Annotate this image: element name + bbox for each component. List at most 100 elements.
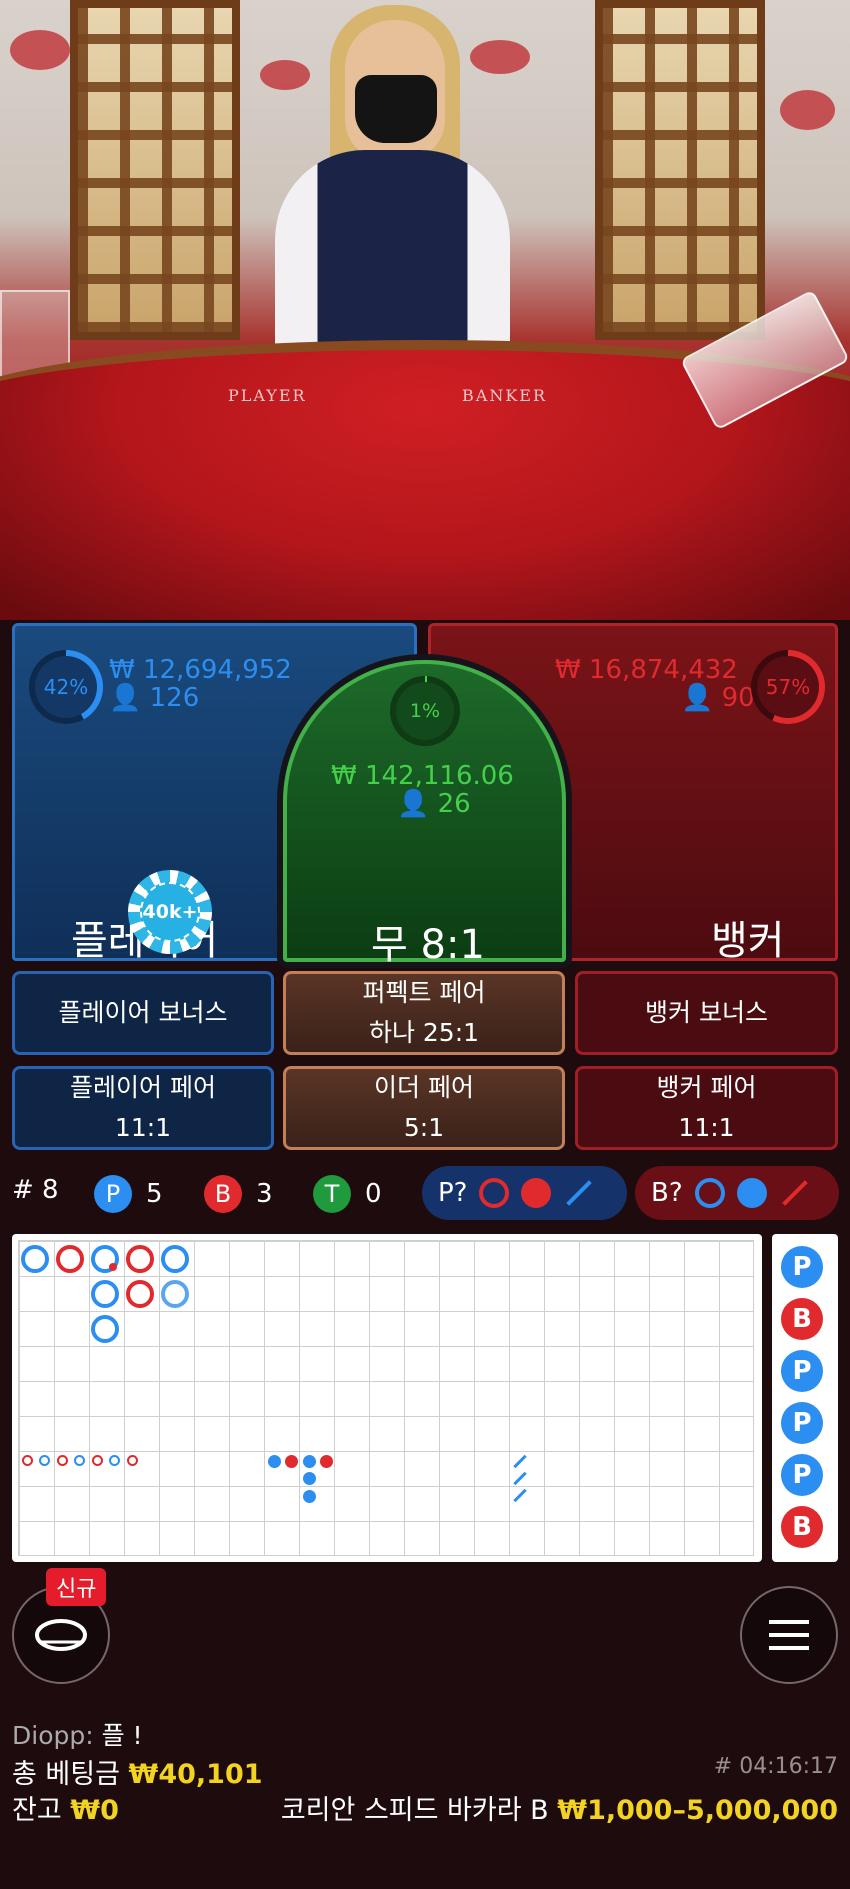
live-video-feed: PLAYER BANKER: [0, 0, 850, 620]
dealer-mask: [355, 75, 437, 143]
menu-button[interactable]: [740, 1586, 838, 1684]
tie-percent: 1%: [396, 682, 454, 740]
player-pair-label: 플레이어 페어: [70, 1073, 216, 1102]
lattice-screen-right: [595, 0, 765, 340]
player-percent: 42%: [35, 656, 97, 718]
tie-win-icon: T: [313, 1175, 351, 1213]
perfect-pair-button[interactable]: 퍼펙트 페어 하나 25:1: [283, 971, 565, 1055]
banker-user-count: 👤 90: [681, 684, 755, 712]
banker-bonus-button[interactable]: 뱅커 보너스: [575, 971, 838, 1055]
table-name: 코리안 스피드 바카라 B: [280, 1795, 549, 1826]
bead-road-player: P: [781, 1454, 823, 1496]
player-pair-button[interactable]: 플레이어 페어 11:1: [12, 1066, 274, 1150]
player-predict-label: P?: [438, 1178, 468, 1208]
total-bet-label: 총 베팅금: [12, 1759, 120, 1790]
banker-win-count: B 3: [204, 1175, 273, 1213]
lattice-screen-left: [70, 0, 240, 340]
blue-dot-icon: [736, 1178, 767, 1208]
banker-pair-button[interactable]: 뱅커 페어 11:1: [575, 1066, 838, 1150]
blue-ring-icon: [694, 1178, 725, 1208]
player-win-value: 5: [146, 1179, 163, 1209]
tie-percent-ring: 1%: [390, 676, 460, 746]
small-road-mark: [285, 1455, 298, 1468]
eye-road-mark: [109, 1455, 120, 1466]
either-pair-button[interactable]: 이더 페어 5:1: [283, 1066, 565, 1150]
either-pair-label: 이더 페어: [374, 1073, 474, 1102]
banker-pair-odds: 11:1: [678, 1113, 735, 1142]
blossom-decoration: [260, 60, 310, 90]
tie-win-value: 0: [365, 1179, 382, 1209]
road-mark-banker: [56, 1245, 84, 1273]
big-road-scoreboard[interactable]: [12, 1234, 762, 1562]
tie-user-count: 👤 26: [397, 790, 471, 818]
bead-road-player: P: [781, 1402, 823, 1444]
banker-win-value: 3: [256, 1179, 273, 1209]
user-icon: 👤: [681, 683, 714, 713]
banker-predict-label: B?: [651, 1178, 683, 1208]
player-bonus-button[interactable]: 플레이어 보너스: [12, 971, 274, 1055]
balance-value: ₩0: [70, 1795, 119, 1826]
balance-label: 잔고: [12, 1795, 62, 1826]
banker-percent-ring: 57%: [751, 650, 825, 724]
total-bet-value: ₩40,101: [128, 1759, 263, 1790]
player-total-amount: ₩ 12,694,952: [109, 655, 292, 685]
banker-percent: 57%: [757, 656, 819, 718]
eye-road-mark: [39, 1455, 50, 1466]
red-ring-icon: [479, 1178, 510, 1208]
total-bet: 총 베팅금 ₩40,101: [12, 1752, 263, 1791]
player-users-value: 126: [149, 683, 200, 713]
tie-win-count: T 0: [313, 1175, 382, 1213]
road-mark-banker: [126, 1245, 154, 1273]
banker-bet-label: 뱅커: [711, 918, 785, 964]
banker-pair-label: 뱅커 페어: [656, 1073, 757, 1102]
player-user-count: 👤 126: [109, 684, 199, 712]
bead-road-banker: B: [781, 1506, 823, 1548]
bead-road-panel[interactable]: P B P P P B: [772, 1234, 838, 1562]
selected-chip[interactable]: 40k+: [128, 870, 212, 954]
eye-road-mark: [57, 1455, 68, 1466]
round-count: # 8: [12, 1175, 59, 1205]
road-mark-player: [21, 1245, 49, 1273]
blue-slash-icon: [566, 1180, 593, 1206]
road-mark-banker: [126, 1280, 154, 1308]
app-root: { "video": { "table_label_player": "PLAY…: [0, 0, 850, 1889]
bead-road-player: P: [781, 1246, 823, 1288]
banker-bonus-label: 뱅커 보너스: [645, 998, 768, 1027]
eye-road-mark: [92, 1455, 103, 1466]
round-id: # 04:16:17: [713, 1754, 838, 1779]
chat-message: Diopp: 플 !: [12, 1716, 143, 1752]
user-icon: 👤: [109, 683, 142, 713]
chip-value: 40k+: [140, 882, 200, 942]
balance: 잔고 ₩0: [12, 1788, 119, 1827]
player-win-icon: P: [94, 1175, 132, 1213]
user-icon: 👤: [397, 789, 430, 819]
table-icon: [35, 1619, 87, 1651]
hamburger-icon: [769, 1620, 809, 1650]
small-road-mark: [303, 1455, 316, 1468]
road-mark-player: [161, 1280, 189, 1308]
perfect-pair-odds: 하나 25:1: [368, 1018, 480, 1047]
banker-users-value: 90: [721, 683, 755, 713]
road-mark-player: [91, 1280, 119, 1308]
table-label-banker: BANKER: [462, 386, 547, 405]
table-label-player: PLAYER: [228, 386, 307, 405]
small-road-mark: [303, 1490, 316, 1503]
road-mark-player: [91, 1315, 119, 1343]
bead-road-banker: B: [781, 1298, 823, 1340]
eye-road-mark: [127, 1455, 138, 1466]
perfect-pair-label: 퍼펙트 페어: [362, 978, 486, 1007]
player-predict-button[interactable]: P?: [422, 1166, 627, 1220]
banker-total-amount: ₩ 16,874,432: [555, 655, 738, 685]
tie-bet-label: 무 8:1: [371, 922, 485, 968]
table-info: 코리안 스피드 바카라 B ₩1,000–5,000,000: [281, 1788, 838, 1827]
road-mark-player: [161, 1245, 189, 1273]
tie-users-value: 26: [437, 789, 471, 819]
banker-predict-button[interactable]: B?: [635, 1166, 839, 1220]
chat-user: Diopp:: [12, 1721, 94, 1750]
dealer-body: [275, 150, 510, 370]
either-pair-odds: 5:1: [403, 1113, 445, 1142]
player-percent-ring: 42%: [29, 650, 103, 724]
tie-total-amount: ₩ 142,116.06: [331, 761, 514, 791]
blossom-decoration: [470, 40, 530, 74]
tie-bet-area[interactable]: 1% ₩ 142,116.06 👤 26 무 8:1: [283, 660, 566, 968]
